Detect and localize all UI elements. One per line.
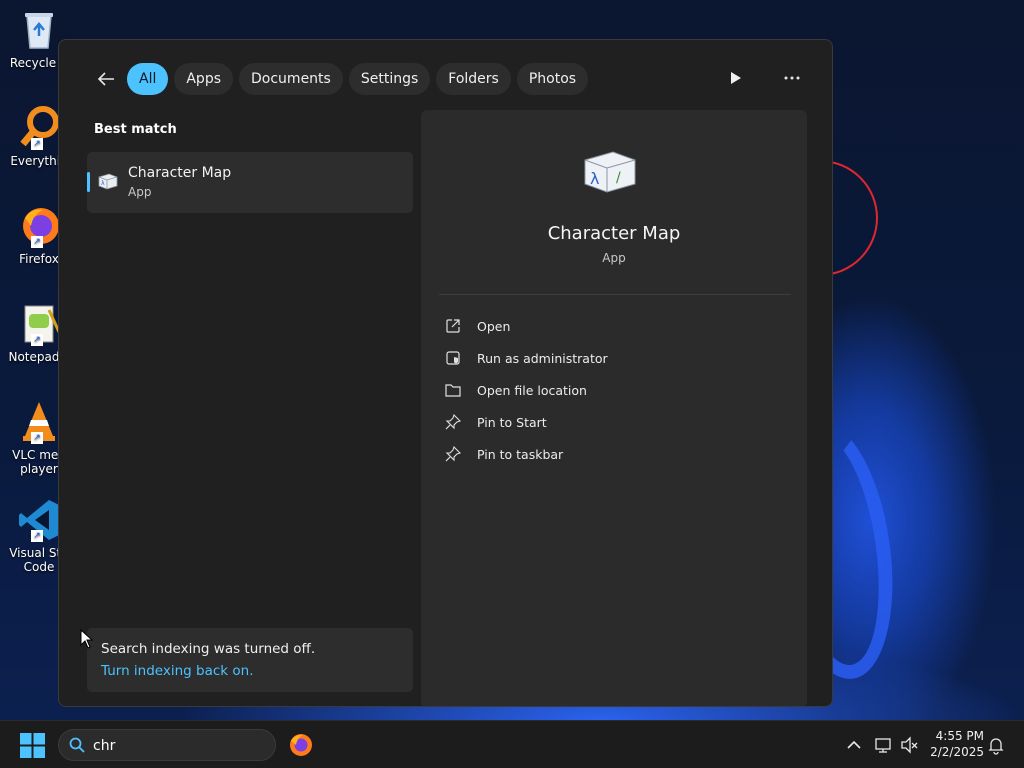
results-pane: Best match λ Character Map App Search in… <box>87 120 413 692</box>
character-map-icon: λ / <box>584 151 636 193</box>
action-pin-to-start[interactable]: Pin to Start <box>443 406 783 438</box>
character-map-icon: λ <box>98 173 118 190</box>
filter-settings[interactable]: Settings <box>348 63 431 95</box>
pin-icon <box>443 444 463 464</box>
taskbar: 4:55 PM 2/2/2025 <box>0 720 1024 768</box>
chevron-up-icon <box>847 740 861 749</box>
open-external-icon <box>443 316 463 336</box>
filter-photos[interactable]: Photos <box>516 63 589 95</box>
shortcut-arrow-icon: ↗ <box>31 236 43 248</box>
desktop-icon-label: Firefox <box>19 252 59 266</box>
filter-documents[interactable]: Documents <box>239 63 343 95</box>
action-label: Run as administrator <box>477 350 608 366</box>
svg-text:λ: λ <box>590 169 599 188</box>
preview-actions: Open Run as administrator Open file loca… <box>443 310 783 470</box>
recycle-bin-icon <box>17 8 61 52</box>
mouse-cursor-icon <box>80 629 94 649</box>
indexing-message: Search indexing was turned off. <box>101 641 316 657</box>
notifications-button[interactable] <box>986 735 1006 755</box>
preview-app-type: App <box>602 251 626 265</box>
shield-admin-icon <box>443 348 463 368</box>
preview-pane: λ / Character Map App Open Run as admini… <box>421 110 807 706</box>
clock-date: 2/2/2025 <box>930 745 984 759</box>
svg-text:λ: λ <box>101 180 105 187</box>
search-icon <box>69 737 85 753</box>
action-open[interactable]: Open <box>443 310 783 342</box>
bell-icon <box>988 738 1004 755</box>
volume-button[interactable] <box>900 735 920 755</box>
windows-logo-icon <box>20 733 45 758</box>
preview-app-name: Character Map <box>547 223 681 244</box>
more-options-button[interactable] <box>778 64 806 92</box>
action-pin-to-taskbar[interactable]: Pin to taskbar <box>443 438 783 470</box>
start-button[interactable] <box>20 733 45 758</box>
more-filters-button[interactable] <box>722 64 750 92</box>
action-open-file-location[interactable]: Open file location <box>443 374 783 406</box>
volume-muted-icon <box>901 736 918 754</box>
notepad-plus-plus-icon: ↗ <box>17 302 61 346</box>
best-match-result[interactable]: λ Character Map App <box>87 152 413 213</box>
folder-icon <box>443 380 463 400</box>
back-button[interactable] <box>91 64 121 94</box>
clock-time: 4:55 PM <box>935 729 984 743</box>
filter-apps[interactable]: Apps <box>174 63 234 95</box>
show-hidden-icons-button[interactable] <box>844 735 864 755</box>
best-match-heading: Best match <box>94 122 177 137</box>
shortcut-arrow-icon: ↗ <box>31 432 43 444</box>
taskbar-firefox-button[interactable] <box>288 732 314 758</box>
shortcut-arrow-icon: ↗ <box>31 138 43 150</box>
filter-folders[interactable]: Folders <box>436 63 511 95</box>
play-icon <box>731 72 741 84</box>
ellipsis-icon <box>784 76 800 80</box>
action-label: Pin to Start <box>477 414 547 430</box>
action-run-as-admin[interactable]: Run as administrator <box>443 342 783 374</box>
selection-indicator <box>87 172 90 192</box>
vlc-icon: ↗ <box>17 400 61 444</box>
action-label: Open file location <box>477 382 587 398</box>
search-flyout: All Apps Documents Settings Folders Phot… <box>58 39 833 707</box>
vscode-icon: ↗ <box>17 498 61 542</box>
search-input[interactable] <box>93 735 263 757</box>
everything-search-icon: ↗ <box>17 106 61 150</box>
indexing-notice: Search indexing was turned off. Turn ind… <box>87 628 413 692</box>
result-name: Character Map <box>128 165 232 181</box>
action-label: Pin to taskbar <box>477 446 564 462</box>
filter-all[interactable]: All <box>127 63 169 95</box>
arrow-left-icon <box>97 72 114 86</box>
firefox-icon <box>290 734 312 756</box>
svg-text:/: / <box>616 170 621 186</box>
taskbar-search-box[interactable] <box>58 729 276 761</box>
network-icon <box>875 738 891 753</box>
taskbar-clock[interactable]: 4:55 PM 2/2/2025 <box>924 728 984 760</box>
flyout-top-actions <box>722 64 806 92</box>
network-button[interactable] <box>874 735 894 755</box>
action-label: Open <box>477 318 511 334</box>
result-type: App <box>128 185 152 199</box>
turn-indexing-on-link[interactable]: Turn indexing back on. <box>101 663 254 679</box>
shortcut-arrow-icon: ↗ <box>31 530 43 542</box>
shortcut-arrow-icon: ↗ <box>31 334 43 346</box>
firefox-icon: ↗ <box>17 204 61 248</box>
preview-divider <box>439 294 791 295</box>
search-filter-bar: All Apps Documents Settings Folders Phot… <box>91 62 594 96</box>
pin-icon <box>443 412 463 432</box>
